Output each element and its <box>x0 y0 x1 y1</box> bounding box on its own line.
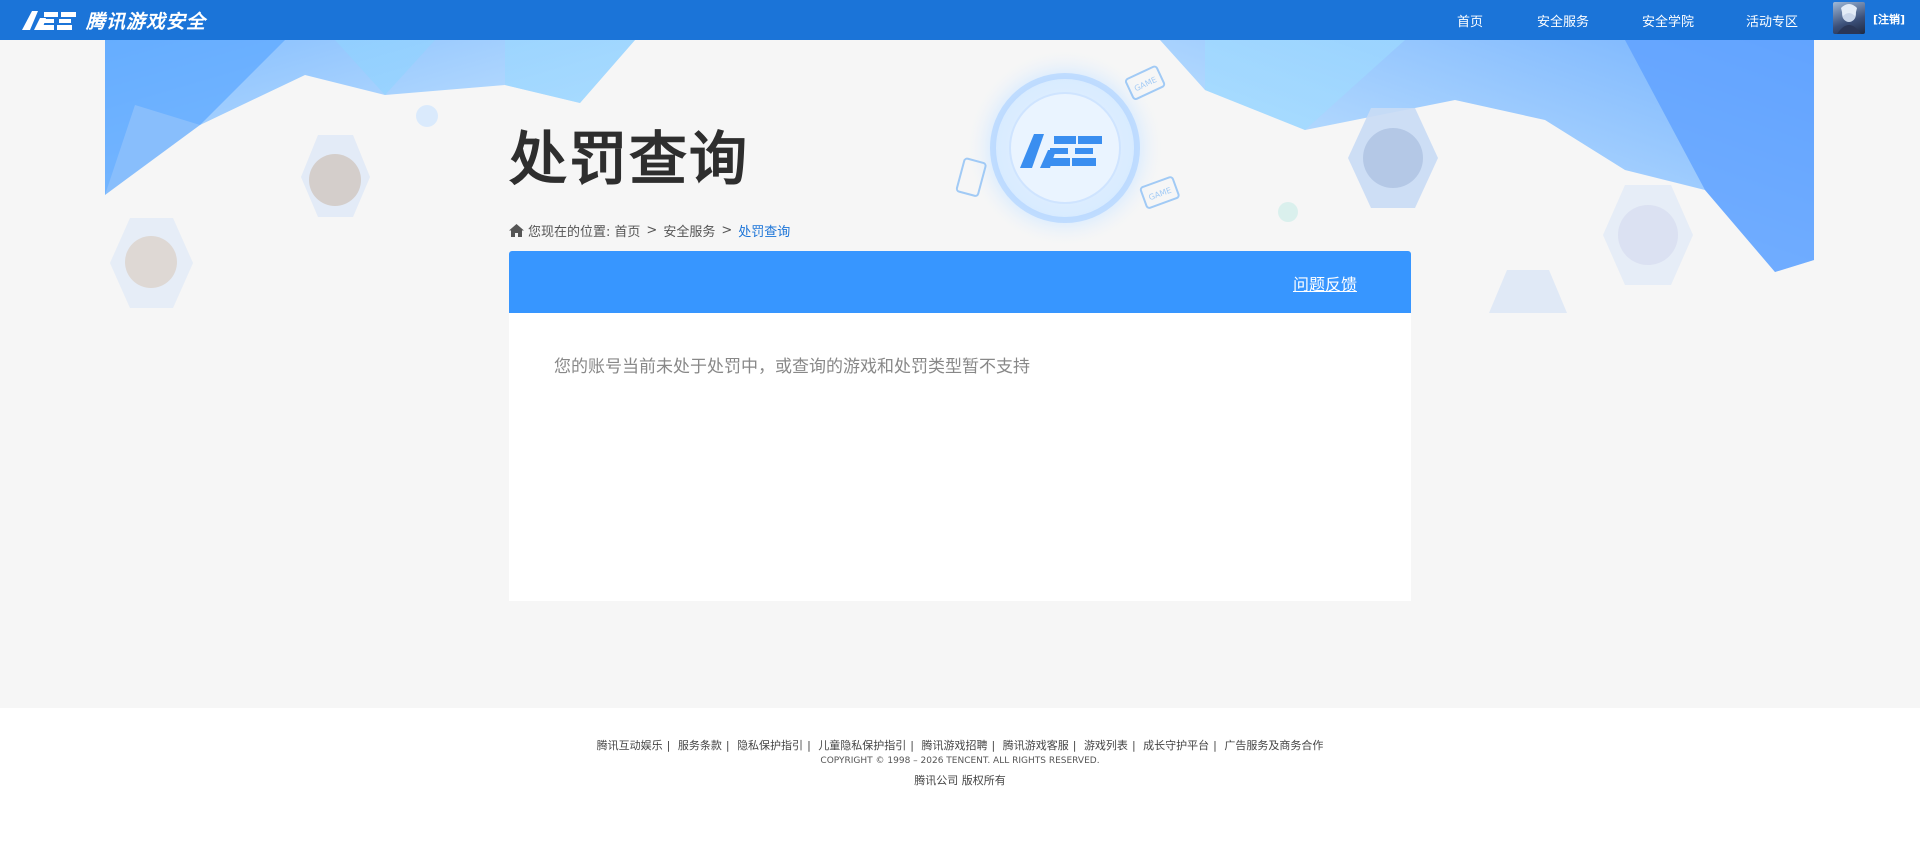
footer-link[interactable]: 腾讯游戏客服 <box>1003 739 1069 752</box>
nav-item-security-academy[interactable]: 安全学院 <box>1642 11 1694 30</box>
brand-text: 腾讯游戏安全 <box>86 10 207 33</box>
logout-link[interactable]: [注销] <box>1873 11 1905 27</box>
brand-logo[interactable]: 腾讯游戏安全 <box>20 6 206 34</box>
top-navbar: 腾讯游戏安全 首页 安全服务 安全学院 活动专区 [注销] <box>0 0 1920 40</box>
home-icon <box>509 224 524 237</box>
footer: 腾讯互动娱乐 | 服务条款 | 隐私保护指引 | 儿童隐私保护指引 | 腾讯游戏招聘 | … <box>0 708 1920 856</box>
breadcrumb-separator: > <box>721 223 733 238</box>
nav-item-security-services[interactable]: 安全服务 <box>1537 11 1589 30</box>
avatar-image-icon <box>1837 4 1861 34</box>
footer-link[interactable]: 广告服务及商务合作 <box>1224 739 1323 752</box>
ace-logo-icon <box>22 11 76 30</box>
footer-link[interactable]: 腾讯游戏招聘 <box>922 739 988 752</box>
result-panel-header: 问题反馈 <box>509 251 1411 313</box>
nav-item-home[interactable]: 首页 <box>1457 11 1483 30</box>
breadcrumb-prefix: 您现在的位置: <box>528 225 611 240</box>
footer-link[interactable]: 成长守护平台 <box>1143 739 1209 752</box>
footer-links: 腾讯互动娱乐 | 服务条款 | 隐私保护指引 | 儿童隐私保护指引 | 腾讯游戏招聘 | … <box>596 739 1324 752</box>
footer-link[interactable]: 服务条款 <box>678 739 722 752</box>
feedback-link[interactable]: 问题反馈 <box>1293 271 1357 295</box>
result-message: 您的账号当前未处于处罚中，或查询的游戏和处罚类型暂不支持 <box>554 357 1030 377</box>
result-panel-body: 您的账号当前未处于处罚中，或查询的游戏和处罚类型暂不支持 <box>509 313 1411 601</box>
breadcrumb-separator: > <box>646 223 658 238</box>
company-text: 腾讯公司 版权所有 <box>914 774 1006 787</box>
footer-link[interactable]: 游戏列表 <box>1084 739 1128 752</box>
breadcrumb-security-services[interactable]: 安全服务 <box>663 221 715 240</box>
breadcrumb-current: 处罚查询 <box>738 225 791 240</box>
breadcrumb: 您现在的位置: 首页 > 安全服务 > 处罚查询 <box>509 221 790 240</box>
footer-link[interactable]: 隐私保护指引 <box>737 739 803 752</box>
ace-emblem-icon <box>1020 134 1102 168</box>
nav-item-events[interactable]: 活动专区 <box>1746 11 1798 30</box>
copyright-text: COPYRIGHT © 1998 – 2026 TENCENT. ALL RIG… <box>820 756 1100 766</box>
footer-link[interactable]: 儿童隐私保护指引 <box>818 739 906 752</box>
user-avatar[interactable] <box>1833 2 1865 34</box>
page-title: 处罚查询 <box>509 125 750 193</box>
footer-link[interactable]: 腾讯互动娱乐 <box>597 739 663 752</box>
breadcrumb-home[interactable]: 首页 <box>614 221 640 240</box>
